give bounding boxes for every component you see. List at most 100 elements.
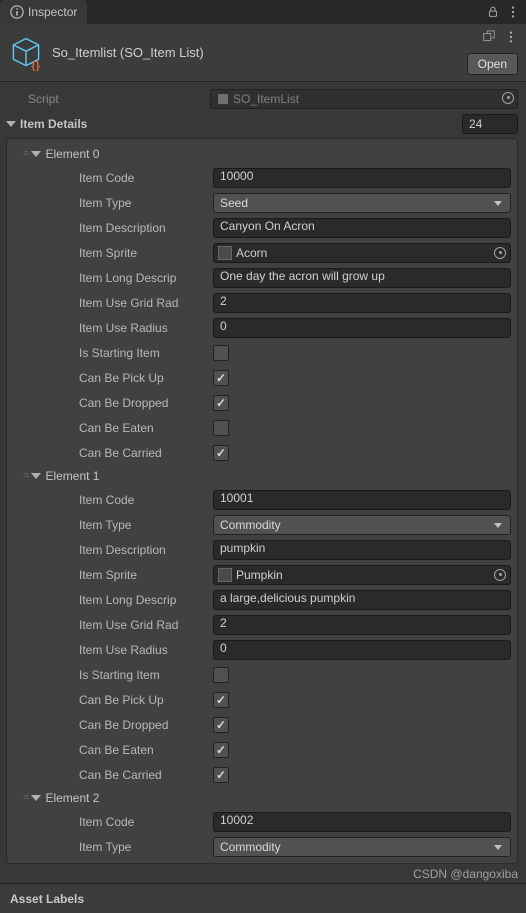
field-label: Item Long Descrip — [9, 593, 213, 607]
item-code-input[interactable]: 10001 — [213, 490, 511, 510]
item-sprite-object-field[interactable]: Acorn — [213, 243, 511, 263]
drag-handle-icon[interactable]: = — [23, 148, 27, 160]
field-label: Can Be Carried — [9, 768, 213, 782]
item-details-list: =Element 0Item Code10000Item TypeSeedIte… — [6, 138, 518, 864]
field-row-item-use-grid-radius: Item Use Grid Rad2 — [9, 290, 511, 315]
item-description-input[interactable]: Canyon On Acron — [213, 218, 511, 238]
field-label: Item Type — [9, 840, 213, 854]
can-be-pick-up-checkbox[interactable] — [213, 370, 229, 386]
item-details-foldout[interactable]: Item Details — [6, 113, 462, 135]
field-label: Item Code — [9, 493, 213, 507]
drag-handle-icon[interactable]: = — [23, 470, 27, 482]
inspector-header: {} So_Itemlist (SO_Item List) Open — [0, 24, 526, 82]
field-label: Can Be Carried — [9, 446, 213, 460]
field-label: Is Starting Item — [9, 346, 213, 360]
element-header: Element 1 — [45, 469, 99, 483]
field-label: Item Type — [9, 196, 213, 210]
object-picker-icon[interactable] — [494, 247, 506, 259]
field-label: Item Use Grid Rad — [9, 618, 213, 632]
inspector-tab[interactable]: Inspector — [0, 0, 87, 24]
item-long-description-input[interactable]: One day the acron will grow up — [213, 268, 511, 288]
scriptable-object-icon: {} — [8, 35, 44, 71]
can-be-dropped-checkbox[interactable] — [213, 395, 229, 411]
field-row-item-description: Item Descriptionpumpkin — [9, 537, 511, 562]
item-code-input[interactable]: 10000 — [213, 168, 511, 188]
field-row-item-code: Item Code10000 — [9, 165, 511, 190]
is-starting-item-checkbox[interactable] — [213, 667, 229, 683]
field-row-item-long-description: Item Long DescripOne day the acron will … — [9, 265, 511, 290]
field-label: Item Code — [9, 815, 213, 829]
can-be-eaten-checkbox[interactable] — [213, 742, 229, 758]
sprite-thumbnail-icon — [218, 568, 232, 582]
tab-title: Inspector — [28, 5, 77, 19]
script-file-icon — [217, 93, 229, 105]
element-header: Element 0 — [45, 147, 99, 161]
field-row-is-starting-item: Is Starting Item — [9, 340, 511, 365]
script-row: Script SO_ItemList — [6, 86, 518, 111]
field-row-item-type: Item TypeCommodity — [9, 512, 511, 537]
can-be-dropped-checkbox[interactable] — [213, 717, 229, 733]
field-row-item-use-radius: Item Use Radius0 — [9, 637, 511, 662]
item-description-input[interactable]: pumpkin — [213, 540, 511, 560]
object-picker-icon[interactable] — [494, 569, 506, 581]
field-label: Item Description — [9, 543, 213, 557]
field-row-item-sprite: Item SpritePumpkin — [9, 562, 511, 587]
element-foldout[interactable]: = Element 2 — [9, 787, 511, 809]
object-picker-icon[interactable] — [502, 92, 514, 104]
field-label: Can Be Eaten — [9, 421, 213, 435]
item-type-dropdown[interactable]: Commodity — [213, 837, 511, 857]
watermark: CSDN @dangoxiba — [413, 865, 518, 883]
addressable-icon[interactable] — [482, 30, 496, 44]
item-use-radius-input[interactable]: 0 — [213, 640, 511, 660]
field-label: Can Be Pick Up — [9, 693, 213, 707]
field-row-is-starting-item: Is Starting Item — [9, 662, 511, 687]
script-label: Script — [6, 92, 210, 106]
kebab-menu-icon[interactable] — [506, 5, 520, 19]
field-label: Item Sprite — [9, 568, 213, 582]
item-type-dropdown[interactable]: Commodity — [213, 515, 511, 535]
item-long-description-input[interactable]: a large,delicious pumpkin — [213, 590, 511, 610]
field-row-item-code: Item Code10001 — [9, 487, 511, 512]
element-header: Element 2 — [45, 791, 99, 805]
item-use-radius-input[interactable]: 0 — [213, 318, 511, 338]
field-row-can-be-eaten: Can Be Eaten — [9, 737, 511, 762]
open-button[interactable]: Open — [467, 53, 518, 75]
field-label: Item Long Descrip — [9, 271, 213, 285]
can-be-pick-up-checkbox[interactable] — [213, 692, 229, 708]
chevron-down-icon — [31, 473, 41, 479]
item-use-grid-radius-input[interactable]: 2 — [213, 293, 511, 313]
asset-labels-footer[interactable]: Asset Labels — [0, 883, 526, 913]
element-foldout[interactable]: = Element 0 — [9, 143, 511, 165]
field-row-item-description: Item DescriptionCanyon On Acron — [9, 215, 511, 240]
is-starting-item-checkbox[interactable] — [213, 345, 229, 361]
field-label: Item Use Radius — [9, 321, 213, 335]
field-label: Can Be Dropped — [9, 396, 213, 410]
field-label: Item Type — [9, 518, 213, 532]
field-label: Can Be Eaten — [9, 743, 213, 757]
can-be-carried-checkbox[interactable] — [213, 767, 229, 783]
can-be-eaten-checkbox[interactable] — [213, 420, 229, 436]
kebab-menu-icon[interactable] — [504, 30, 518, 44]
item-code-input[interactable]: 10002 — [213, 812, 511, 832]
field-row-item-long-description: Item Long Descripa large,delicious pumpk… — [9, 587, 511, 612]
field-row-item-type: Item TypeCommodity — [9, 834, 511, 859]
field-row-item-type: Item TypeSeed — [9, 190, 511, 215]
item-type-dropdown[interactable]: Seed — [213, 193, 511, 213]
field-row-item-sprite: Item SpriteAcorn — [9, 240, 511, 265]
lock-icon[interactable] — [486, 5, 500, 19]
info-icon — [10, 5, 24, 19]
can-be-carried-checkbox[interactable] — [213, 445, 229, 461]
chevron-down-icon — [31, 151, 41, 157]
field-label: Can Be Pick Up — [9, 371, 213, 385]
item-details-count[interactable]: 24 — [462, 114, 518, 134]
field-row-can-be-dropped: Can Be Dropped — [9, 390, 511, 415]
svg-text:{}: {} — [31, 60, 40, 71]
drag-handle-icon[interactable]: = — [23, 792, 27, 804]
element-foldout[interactable]: = Element 1 — [9, 465, 511, 487]
field-row-can-be-pick-up: Can Be Pick Up — [9, 365, 511, 390]
field-label: Item Use Radius — [9, 643, 213, 657]
item-use-grid-radius-input[interactable]: 2 — [213, 615, 511, 635]
script-field[interactable]: SO_ItemList — [210, 89, 518, 109]
item-sprite-object-field[interactable]: Pumpkin — [213, 565, 511, 585]
field-row-can-be-carried: Can Be Carried — [9, 440, 511, 465]
